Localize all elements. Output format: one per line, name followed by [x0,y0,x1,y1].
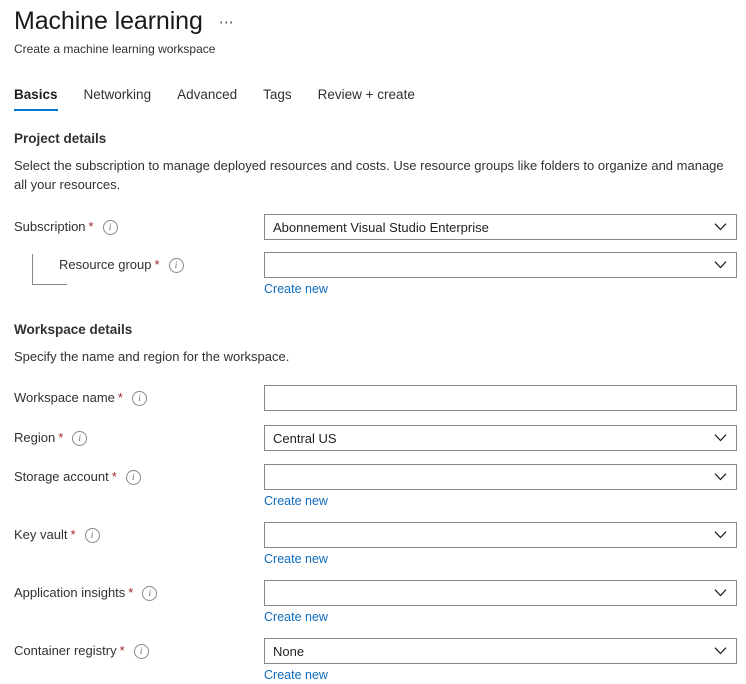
info-icon[interactable]: i [134,644,149,659]
section-description-workspace-details: Specify the name and region for the work… [14,347,737,366]
label-key-vault-text: Key vault [14,527,67,543]
application-insights-dropdown[interactable] [264,580,737,606]
page-title: Machine learning [14,6,203,36]
create-new-application-insights-link[interactable]: Create new [264,610,328,624]
resource-group-dropdown[interactable] [264,252,737,278]
tab-tags[interactable]: Tags [263,87,292,111]
storage-account-dropdown[interactable] [264,464,737,490]
form-row-subscription: Subscription * i Abonnement Visual Studi… [14,214,746,240]
required-asterisk: * [120,643,125,659]
label-application-insights: Application insights * i [14,580,264,601]
field-col-region: Central US [264,425,737,451]
form-row-application-insights: Application insights * i Create new [14,580,746,626]
label-key-vault: Key vault * i [14,522,264,543]
label-region-text: Region [14,430,55,446]
label-workspace-name-text: Workspace name [14,390,115,406]
required-asterisk: * [89,219,94,235]
info-icon[interactable]: i [142,586,157,601]
form-row-region: Region * i Central US [14,425,746,451]
label-subscription: Subscription * i [14,214,264,235]
key-vault-dropdown[interactable] [264,522,737,548]
required-asterisk: * [155,257,160,273]
field-col-application-insights: Create new [264,580,737,626]
required-asterisk: * [112,469,117,485]
required-asterisk: * [58,430,63,446]
form-row-storage-account: Storage account * i Create new [14,464,746,510]
field-col-subscription: Abonnement Visual Studio Enterprise [264,214,737,240]
workspace-name-input[interactable] [264,385,737,411]
info-icon[interactable]: i [85,528,100,543]
chevron-down-icon [714,223,727,232]
title-row: Machine learning ⋯ [14,6,746,36]
chevron-down-icon [714,589,727,598]
field-col-resource-group: Create new [264,252,737,298]
info-icon[interactable]: i [126,470,141,485]
form-content: Project details Select the subscription … [0,131,746,684]
info-icon[interactable]: i [72,431,87,446]
page-header: Machine learning ⋯ Create a machine lear… [0,0,746,57]
label-workspace-name: Workspace name * i [14,385,264,406]
chevron-down-icon [714,647,727,656]
chevron-down-icon [714,261,727,270]
label-resource-group: Resource group * i [14,252,264,273]
more-options-button[interactable]: ⋯ [219,18,236,28]
field-col-key-vault: Create new [264,522,737,568]
region-value: Central US [265,431,371,446]
field-col-storage-account: Create new [264,464,737,510]
section-heading-workspace-details: Workspace details [14,322,746,337]
tab-advanced[interactable]: Advanced [177,87,237,111]
container-registry-value: None [265,644,338,659]
create-new-storage-account-link[interactable]: Create new [264,494,328,508]
form-row-container-registry: Container registry * i None Create new [14,638,746,684]
label-subscription-text: Subscription [14,219,86,235]
tab-basics[interactable]: Basics [14,87,58,111]
field-col-container-registry: None Create new [264,638,737,684]
create-new-container-registry-link[interactable]: Create new [264,668,328,682]
label-storage-account-text: Storage account [14,469,109,485]
subscription-value: Abonnement Visual Studio Enterprise [265,220,523,235]
label-container-registry-text: Container registry [14,643,117,659]
label-container-registry: Container registry * i [14,638,264,659]
label-storage-account: Storage account * i [14,464,264,485]
info-icon[interactable]: i [132,391,147,406]
region-dropdown[interactable]: Central US [264,425,737,451]
chevron-down-icon [714,473,727,482]
tab-review-create[interactable]: Review + create [318,87,415,111]
chevron-down-icon [714,531,727,540]
page-subtitle: Create a machine learning workspace [14,41,746,57]
form-row-key-vault: Key vault * i Create new [14,522,746,568]
container-registry-dropdown[interactable]: None [264,638,737,664]
tab-bar: Basics Networking Advanced Tags Review +… [0,83,746,111]
required-asterisk: * [128,585,133,601]
form-row-workspace-name: Workspace name * i [14,385,746,411]
label-region: Region * i [14,425,264,446]
form-row-resource-group: Resource group * i Create new [14,252,746,298]
label-application-insights-text: Application insights [14,585,125,601]
create-new-resource-group-link[interactable]: Create new [264,282,328,296]
subscription-dropdown[interactable]: Abonnement Visual Studio Enterprise [264,214,737,240]
section-description-project-details: Select the subscription to manage deploy… [14,156,737,194]
create-new-key-vault-link[interactable]: Create new [264,552,328,566]
info-icon[interactable]: i [103,220,118,235]
field-col-workspace-name [264,385,737,411]
info-icon[interactable]: i [169,258,184,273]
chevron-down-icon [714,434,727,443]
required-asterisk: * [70,527,75,543]
tab-networking[interactable]: Networking [84,87,152,111]
section-heading-project-details: Project details [14,131,746,146]
required-asterisk: * [118,390,123,406]
label-resource-group-text: Resource group [59,257,152,273]
